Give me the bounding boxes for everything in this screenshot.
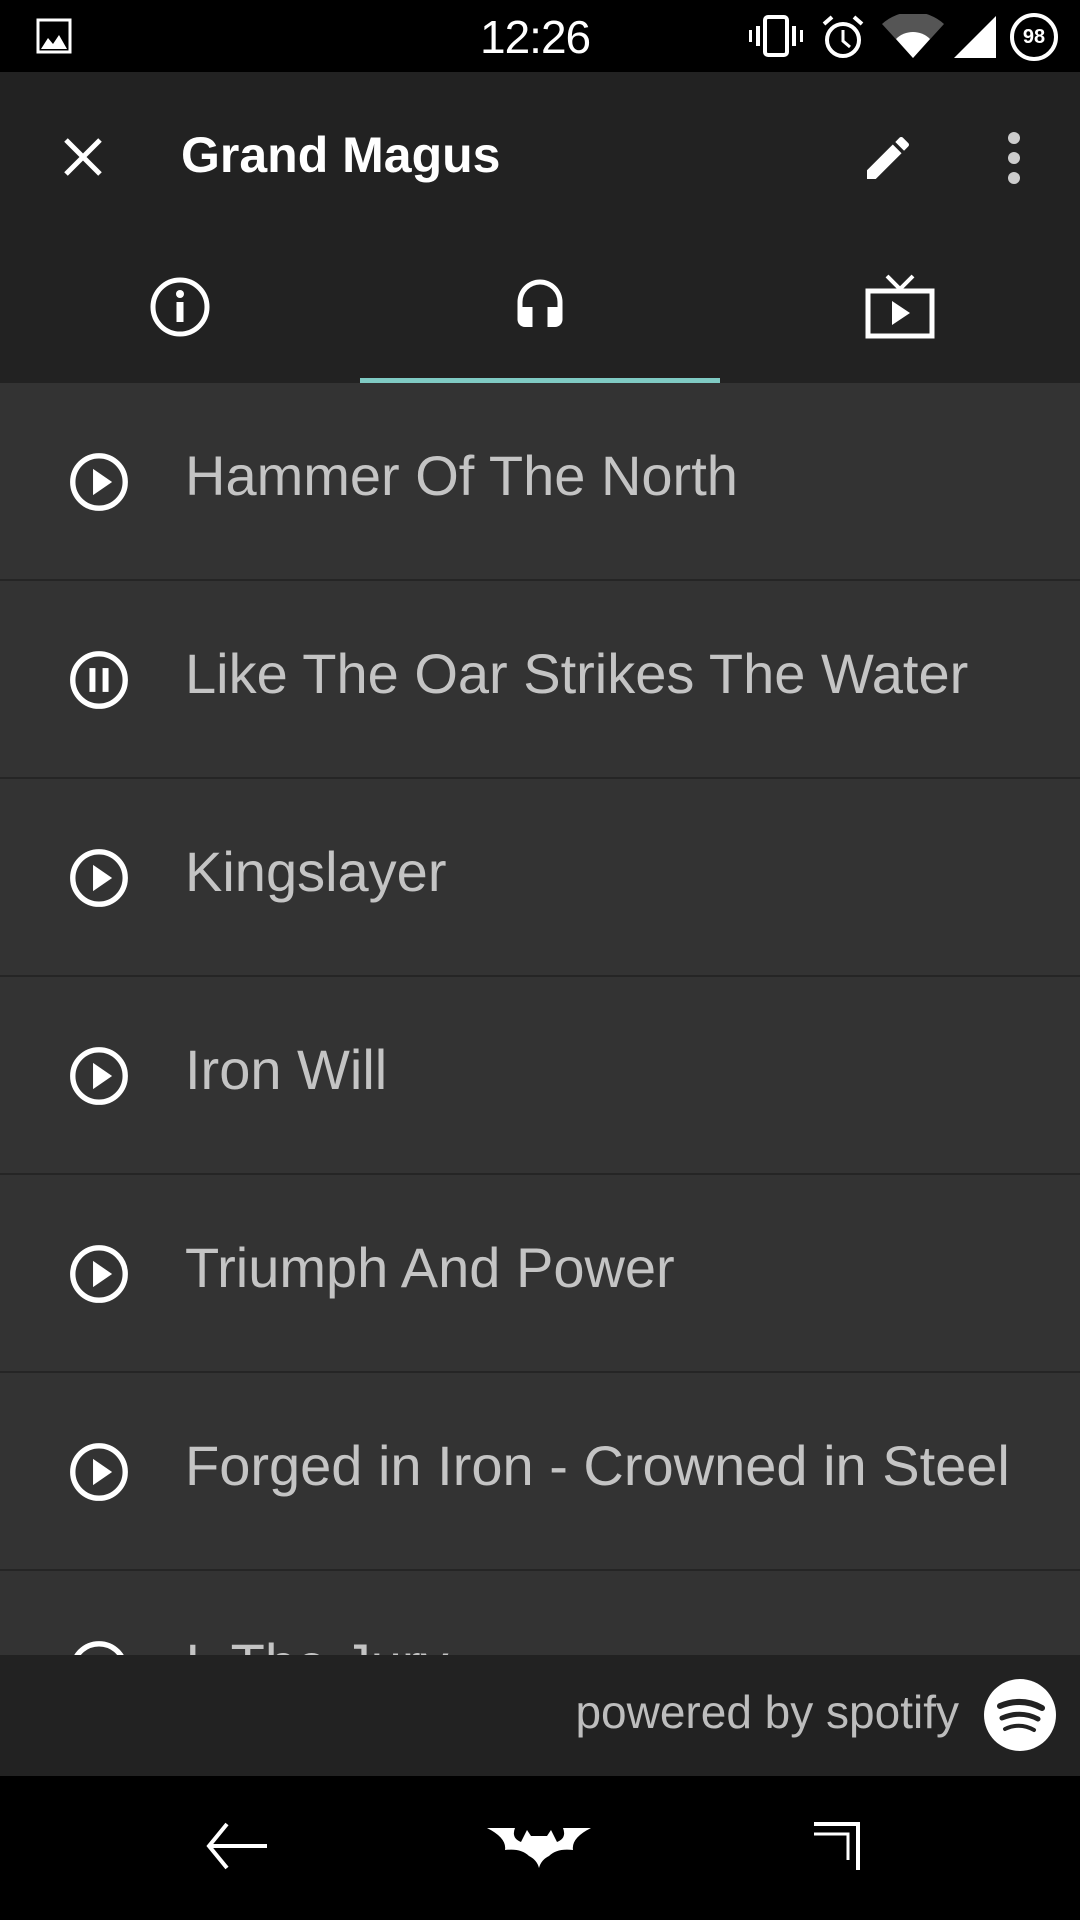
page-title: Grand Magus	[181, 127, 501, 183]
footer: powered by spotify	[0, 1655, 1080, 1776]
track-title: Triumph And Power	[185, 1236, 675, 1299]
track-title: Forged in Iron - Crowned in Steel	[185, 1434, 1010, 1497]
track-title: Like The Oar Strikes The Water	[185, 642, 969, 705]
track-title: Kingslayer	[185, 840, 447, 903]
track-title: Hammer Of The North	[185, 444, 738, 507]
play-icon[interactable]	[68, 847, 130, 909]
edit-icon[interactable]	[860, 130, 916, 186]
wifi-icon	[882, 14, 944, 58]
tab-bar	[0, 230, 1080, 383]
headphones-icon	[517, 279, 563, 327]
track-row[interactable]: Iron Will	[0, 977, 1080, 1175]
track-row[interactable]: I, The Jury	[0, 1571, 1080, 1655]
tab-info[interactable]	[0, 230, 360, 383]
track-row[interactable]: Kingslayer	[0, 779, 1080, 977]
track-row[interactable]: Forged in Iron - Crowned in Steel	[0, 1373, 1080, 1571]
play-icon[interactable]	[68, 1045, 130, 1107]
back-icon[interactable]	[205, 1820, 269, 1872]
track-title: I, The Jury	[185, 1631, 449, 1655]
more-vert-icon[interactable]	[1000, 130, 1028, 186]
spotify-logo[interactable]	[984, 1679, 1056, 1751]
tv-play-icon	[865, 274, 935, 338]
battery-icon: 98	[1010, 13, 1058, 61]
recents-icon[interactable]	[812, 1820, 864, 1872]
tab-tracks[interactable]	[360, 230, 720, 383]
play-icon[interactable]	[68, 1639, 130, 1655]
home-icon[interactable]	[487, 1826, 591, 1868]
pause-icon[interactable]	[68, 649, 130, 711]
signal-icon	[954, 16, 996, 58]
track-row[interactable]: Triumph And Power	[0, 1175, 1080, 1373]
image-icon	[36, 18, 72, 54]
track-row[interactable]: Like The Oar Strikes The Water	[0, 581, 1080, 779]
navigation-bar	[0, 1776, 1080, 1920]
alarm-icon	[822, 15, 864, 58]
vibrate-icon	[749, 15, 803, 57]
toolbar: Grand Magus	[0, 72, 1080, 230]
track-list: Hammer Of The North Like The Oar Strikes …	[0, 383, 1080, 1655]
close-icon[interactable]	[62, 136, 104, 178]
tab-videos[interactable]	[720, 230, 1080, 383]
track-title: Iron Will	[185, 1038, 388, 1101]
status-bar: 12:26 98	[0, 0, 1080, 72]
powered-by-text: powered by spotify	[575, 1686, 959, 1738]
clock: 12:26	[480, 11, 591, 63]
battery-level: 98	[1022, 26, 1046, 48]
track-row[interactable]: Hammer Of The North	[0, 383, 1080, 581]
play-icon[interactable]	[68, 1243, 130, 1305]
play-icon[interactable]	[68, 1441, 130, 1503]
play-icon[interactable]	[68, 451, 130, 513]
info-icon	[150, 277, 210, 336]
